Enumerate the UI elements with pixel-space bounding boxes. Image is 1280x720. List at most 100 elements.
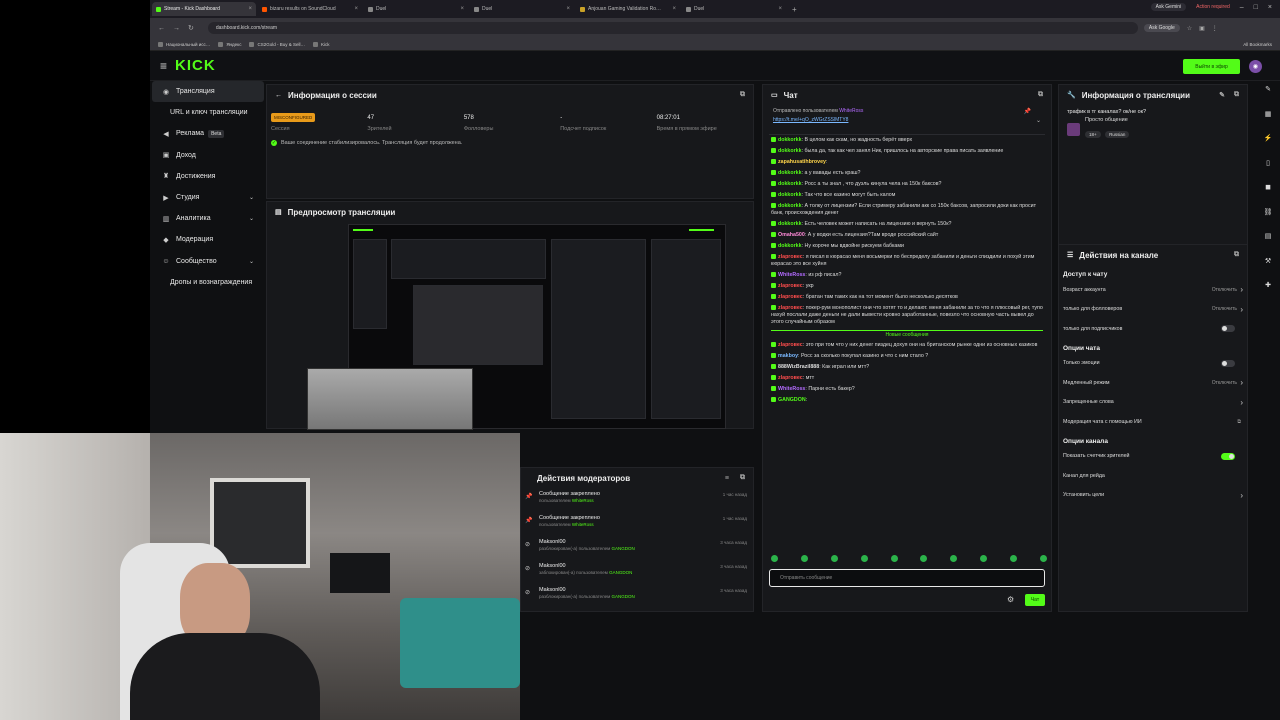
channel-action-row[interactable]: Показать счетчик зрителей [1059, 447, 1247, 467]
close-icon[interactable]: × [778, 6, 782, 12]
puzzle-icon[interactable]: ✚ [1262, 280, 1274, 292]
browser-tab[interactable]: bizaru results on SoundCloud × [258, 2, 362, 16]
emote-icon[interactable] [860, 555, 868, 562]
action-value[interactable]: Отключить [1212, 380, 1237, 386]
all-bookmarks[interactable]: All Bookmarks [1243, 42, 1272, 47]
emote-icon[interactable] [980, 555, 988, 562]
back-icon[interactable]: ← [158, 25, 165, 32]
popout-icon[interactable]: ⧉ [740, 91, 745, 99]
sidebar-item[interactable]: URL и ключ трансляции [152, 102, 264, 123]
chat-username[interactable]: dokkorkk [778, 192, 802, 198]
chat-username[interactable]: dokkorkk [778, 148, 802, 154]
chat-username[interactable]: dokkorkk [778, 243, 802, 249]
sidebar-item[interactable]: ▥ Аналитика ⌄ [152, 208, 264, 229]
sidebar-item[interactable]: ◆ Модерация [152, 229, 264, 250]
bolt-icon[interactable]: ⚡ [1262, 133, 1274, 145]
link-icon[interactable]: ⛓ [1262, 207, 1274, 219]
arrow-left-icon[interactable]: ← [275, 92, 282, 99]
chat-username[interactable]: zlaproвec [778, 283, 803, 289]
gear-icon[interactable]: ⚙ [1007, 595, 1014, 604]
go-live-button[interactable]: Выйти в эфир [1183, 59, 1240, 74]
emote-icon[interactable] [830, 555, 838, 562]
ask-google-button[interactable]: Ask Google [1143, 24, 1180, 32]
popout-icon[interactable]: ⧉ [1234, 251, 1239, 259]
bookmark-item[interactable]: Национальный исс… [158, 41, 210, 47]
chat-username[interactable]: Omaha500 [778, 232, 805, 238]
forward-icon[interactable]: → [173, 25, 180, 32]
chevron-right-icon[interactable]: › [1240, 305, 1243, 314]
chevron-down-icon[interactable]: ⌄ [1036, 117, 1041, 124]
mod-action-user[interactable]: WhiteRoss [572, 522, 594, 527]
chevron-down-icon[interactable]: ⌄ [249, 215, 254, 222]
chat-send-button[interactable]: Чат [1025, 594, 1045, 606]
close-icon[interactable]: × [460, 6, 464, 12]
mod-action-user[interactable]: WhiteRoss [572, 498, 594, 503]
browser-tab[interactable]: Stream - Kick Dashboard × [152, 2, 256, 16]
close-icon[interactable]: × [354, 6, 358, 12]
new-tab-icon[interactable]: + [792, 5, 797, 14]
toggle-switch[interactable] [1221, 452, 1235, 460]
phone-icon[interactable]: ▯ [1262, 158, 1274, 170]
browser-tab[interactable]: Anjouan Gaming Validation Ro… × [576, 2, 680, 16]
extension-icon[interactable]: ▣ [1199, 25, 1205, 32]
bookmark-item[interactable]: CS2Gold - Buy & Sell… [249, 41, 305, 47]
emote-icon[interactable] [890, 555, 898, 562]
chat-username[interactable]: dokkorkk [778, 181, 802, 187]
sidebar-item[interactable]: Дропы и вознаграждения [152, 272, 264, 293]
menu-icon[interactable]: ⋮ [1212, 25, 1218, 32]
emote-icon[interactable] [920, 555, 928, 562]
chat-username[interactable]: zlaproвec [778, 254, 803, 260]
minimize-icon[interactable]: – [1240, 4, 1244, 11]
chat-username[interactable]: WhiteRoss [778, 272, 805, 278]
pin-icon[interactable]: 📌 [1024, 108, 1031, 115]
ask-gemini-button[interactable]: Ask Gemini [1150, 3, 1187, 11]
action-value[interactable]: Отключить [1212, 306, 1237, 312]
chat-username[interactable]: makboy [778, 353, 798, 359]
chat-username[interactable]: dokkorkk [778, 170, 802, 176]
grid-icon[interactable]: ▦ [1262, 109, 1274, 121]
close-icon[interactable]: × [672, 6, 676, 12]
chat-username[interactable]: zlaproвec [778, 305, 803, 311]
action-value[interactable]: Отключить [1212, 287, 1237, 293]
browser-tab[interactable]: Duel × [364, 2, 468, 16]
channel-action-row[interactable]: Канал для рейда [1059, 466, 1247, 486]
sidebar-item[interactable]: ♜ Достижения [152, 166, 264, 187]
kick-logo[interactable]: KICK [175, 57, 216, 74]
chat-username[interactable]: 888WizBrazil888 [778, 364, 819, 370]
emote-icon[interactable] [800, 555, 808, 562]
pinned-link[interactable]: https://t.me/+qO_zWGrZSSlMTY8 [773, 117, 1041, 123]
star-icon[interactable]: ☆ [1187, 25, 1192, 32]
chat-username[interactable]: zlaproвec [778, 375, 803, 381]
pencil-icon[interactable]: ✎ [1262, 84, 1274, 96]
chevron-right-icon[interactable]: › [1240, 285, 1243, 294]
mod-action-user[interactable]: GANGDON [612, 594, 635, 599]
toggle-switch[interactable] [1221, 325, 1235, 333]
chat-username[interactable]: zapahusatihbrovey [778, 159, 826, 165]
chat-username[interactable]: GANGDON [778, 397, 806, 403]
mod-action-user[interactable]: GANGDON [612, 546, 635, 551]
pinned-user[interactable]: WhiteRoss [839, 108, 863, 114]
action-required-badge[interactable]: Action required [1196, 4, 1230, 10]
channel-action-row[interactable]: Возраст аккаунта Отключить › [1059, 280, 1247, 300]
bookmark-item[interactable]: Яндекс [218, 41, 241, 47]
emote-icon[interactable] [1010, 555, 1017, 562]
chevron-right-icon[interactable]: › [1240, 398, 1243, 407]
close-icon[interactable]: × [248, 6, 252, 12]
chevron-right-icon[interactable]: › [1240, 491, 1243, 500]
channel-action-row[interactable]: Запрещенные слова › [1059, 393, 1247, 413]
maximize-icon[interactable]: □ [1254, 4, 1258, 11]
chat-bubble-icon[interactable]: ◼ [1262, 182, 1274, 194]
layout-icon[interactable]: ▤ [1262, 231, 1274, 243]
external-link-icon[interactable]: ⧉ [1237, 419, 1241, 425]
toggle-switch[interactable] [1221, 359, 1235, 367]
mod-action-user[interactable]: GANGDON [609, 570, 632, 575]
hamburger-menu-icon[interactable]: ≡ [160, 59, 167, 73]
chat-username[interactable]: zlaproвec [778, 294, 803, 300]
sidebar-item[interactable]: ☺ Сообщество ⌄ [152, 251, 264, 272]
channel-action-row[interactable]: Медленный режим Отключить › [1059, 373, 1247, 393]
emote-icon[interactable] [771, 555, 778, 562]
category-name[interactable]: Просто общение [1085, 117, 1129, 123]
channel-action-row[interactable]: Установить цели › [1059, 486, 1247, 506]
reload-icon[interactable]: ↻ [188, 24, 194, 32]
sidebar-item[interactable]: ▶ Студия ⌄ [152, 187, 264, 208]
